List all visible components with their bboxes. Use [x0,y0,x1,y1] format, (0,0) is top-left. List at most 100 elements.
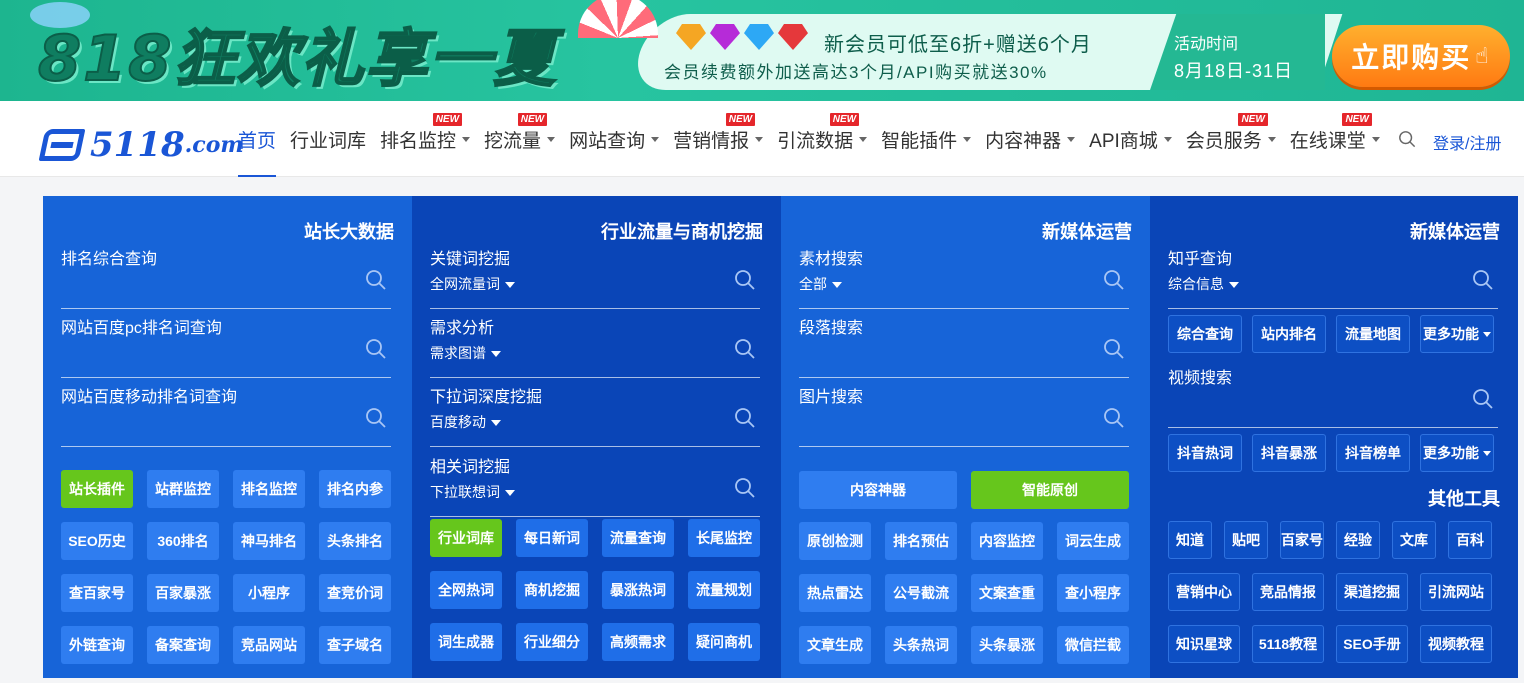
search-icon[interactable] [1103,338,1125,360]
zhihu-query-field[interactable]: 知乎查询 综合信息 [1168,245,1498,309]
tool-button[interactable]: 公号截流 [885,574,957,612]
tool-button[interactable]: 综合查询 [1168,315,1242,353]
nav-item[interactable]: API商城 [1089,101,1172,177]
nav-item[interactable]: 在线课堂 NEW [1290,101,1380,177]
tool-button[interactable]: 查百家号 [61,574,133,612]
query-field[interactable]: 排名综合查询 [61,245,391,309]
query-field[interactable]: 素材搜索 全部 [799,245,1129,309]
search-icon[interactable] [734,477,756,499]
nav-item[interactable]: 智能插件 [881,101,972,177]
tool-button[interactable]: 头条暴涨 [971,626,1043,664]
tool-button[interactable]: 微信拦截 [1057,626,1129,664]
other-tool-button[interactable]: SEO手册 [1336,625,1408,663]
tool-button[interactable]: 排名监控 [233,470,305,508]
tool-button[interactable]: 商机挖掘 [516,571,588,609]
tool-button[interactable]: 暴涨热词 [602,571,674,609]
query-field[interactable]: 网站百度移动排名词查询 [61,383,391,447]
field-dropdown[interactable]: 全部 [799,274,842,294]
search-icon[interactable] [734,338,756,360]
tool-button[interactable]: 抖音热词 [1168,434,1242,472]
other-tool-button[interactable]: 竞品情报 [1252,573,1324,611]
field-dropdown[interactable]: 百度移动 [430,412,501,432]
query-field[interactable]: 关键词挖掘 全网流量词 [430,245,760,309]
tool-button[interactable]: 热点雷达 [799,574,871,612]
query-field[interactable]: 段落搜索 [799,314,1129,378]
login-register-link[interactable]: 登录/注册 [1433,130,1501,154]
tool-button[interactable]: 站群监控 [147,470,219,508]
content-tool-button[interactable]: 内容神器 [799,471,957,509]
tool-button[interactable]: 查子域名 [319,626,391,664]
tool-button[interactable]: 百家暴涨 [147,574,219,612]
tool-button[interactable]: SEO历史 [61,522,133,560]
other-tool-button[interactable]: 知识星球 [1168,625,1240,663]
search-icon[interactable] [1103,407,1125,429]
search-icon[interactable] [365,407,387,429]
other-tool-button[interactable]: 贴吧 [1224,521,1268,559]
nav-item[interactable]: 引流数据 NEW [777,101,868,177]
other-tool-button[interactable]: 渠道挖掘 [1336,573,1408,611]
query-field[interactable]: 下拉词深度挖掘 百度移动 [430,383,760,447]
other-tool-button[interactable]: 知道 [1168,521,1212,559]
other-tool-button[interactable]: 百科 [1448,521,1492,559]
tool-button[interactable]: 长尾监控 [688,519,760,557]
tool-button[interactable]: 流量查询 [602,519,674,557]
buy-now-button[interactable]: 立即购买 ☝ [1332,25,1510,87]
tool-button[interactable]: 站内排名 [1252,315,1326,353]
tool-button[interactable]: 文章生成 [799,626,871,664]
tool-button[interactable]: 内容监控 [971,522,1043,560]
search-icon[interactable] [1472,388,1494,410]
search-icon[interactable] [1103,269,1125,291]
field-dropdown[interactable]: 全网流量词 [430,274,515,294]
other-tool-button[interactable]: 视频教程 [1420,625,1492,663]
other-tool-button[interactable]: 经验 [1336,521,1380,559]
tool-button[interactable]: 抖音榜单 [1336,434,1410,472]
tool-button[interactable]: 站长插件 [61,470,133,508]
query-field[interactable]: 需求分析 需求图谱 [430,314,760,378]
search-icon[interactable] [365,269,387,291]
search-icon[interactable] [734,407,756,429]
tool-button[interactable]: 词云生成 [1057,522,1129,560]
tool-button[interactable]: 排名预估 [885,522,957,560]
tool-button[interactable]: 小程序 [233,574,305,612]
tool-button[interactable]: 查小程序 [1057,574,1129,612]
nav-item[interactable]: 挖流量 NEW [484,101,556,177]
smart-original-button[interactable]: 智能原创 [971,471,1129,509]
search-icon[interactable] [1398,130,1416,148]
search-icon[interactable] [1472,269,1494,291]
tool-button[interactable]: 文案查重 [971,574,1043,612]
query-field[interactable]: 网站百度pc排名词查询 [61,314,391,378]
other-tool-button[interactable]: 引流网站 [1420,573,1492,611]
nav-item[interactable]: 排名监控 NEW [380,101,471,177]
tool-button[interactable]: 排名内参 [319,470,391,508]
tool-button[interactable]: 查竞价词 [319,574,391,612]
tool-button[interactable]: 头条排名 [319,522,391,560]
tool-button[interactable]: 每日新词 [516,519,588,557]
tool-button[interactable]: 行业细分 [516,623,588,661]
field-dropdown[interactable]: 需求图谱 [430,343,501,363]
tool-button[interactable]: 高频需求 [602,623,674,661]
tool-button[interactable]: 流量地图 [1336,315,1410,353]
tool-button[interactable]: 流量规划 [688,571,760,609]
other-tool-button[interactable]: 5118教程 [1252,625,1324,663]
tool-button[interactable]: 更多功能 [1420,434,1494,472]
tool-button[interactable]: 更多功能 [1420,315,1494,353]
tool-button[interactable]: 全网热词 [430,571,502,609]
other-tool-button[interactable]: 营销中心 [1168,573,1240,611]
other-tool-button[interactable]: 文库 [1392,521,1436,559]
tool-button[interactable]: 神马排名 [233,522,305,560]
nav-item[interactable]: 网站查询 [569,101,660,177]
field-dropdown[interactable]: 综合信息 [1168,274,1239,294]
nav-item[interactable]: 会员服务 NEW [1186,101,1276,177]
promo-banner[interactable]: 818狂欢礼享一夏 新会员可低至6折+赠送6个月 会员续费额外加送高达3个月/A… [0,0,1524,101]
tool-button[interactable]: 原创检测 [799,522,871,560]
query-field[interactable]: 图片搜索 [799,383,1129,447]
search-icon[interactable] [365,338,387,360]
other-tool-button[interactable]: 百家号 [1280,521,1324,559]
nav-item[interactable]: 营销情报 NEW [673,101,764,177]
tool-button[interactable]: 词生成器 [430,623,502,661]
nav-item[interactable]: 内容神器 [985,101,1076,177]
tool-button[interactable]: 头条热词 [885,626,957,664]
tool-button[interactable]: 备案查询 [147,626,219,664]
field-dropdown[interactable]: 下拉联想词 [430,482,515,502]
site-logo[interactable]: 5118 .com [38,125,244,165]
